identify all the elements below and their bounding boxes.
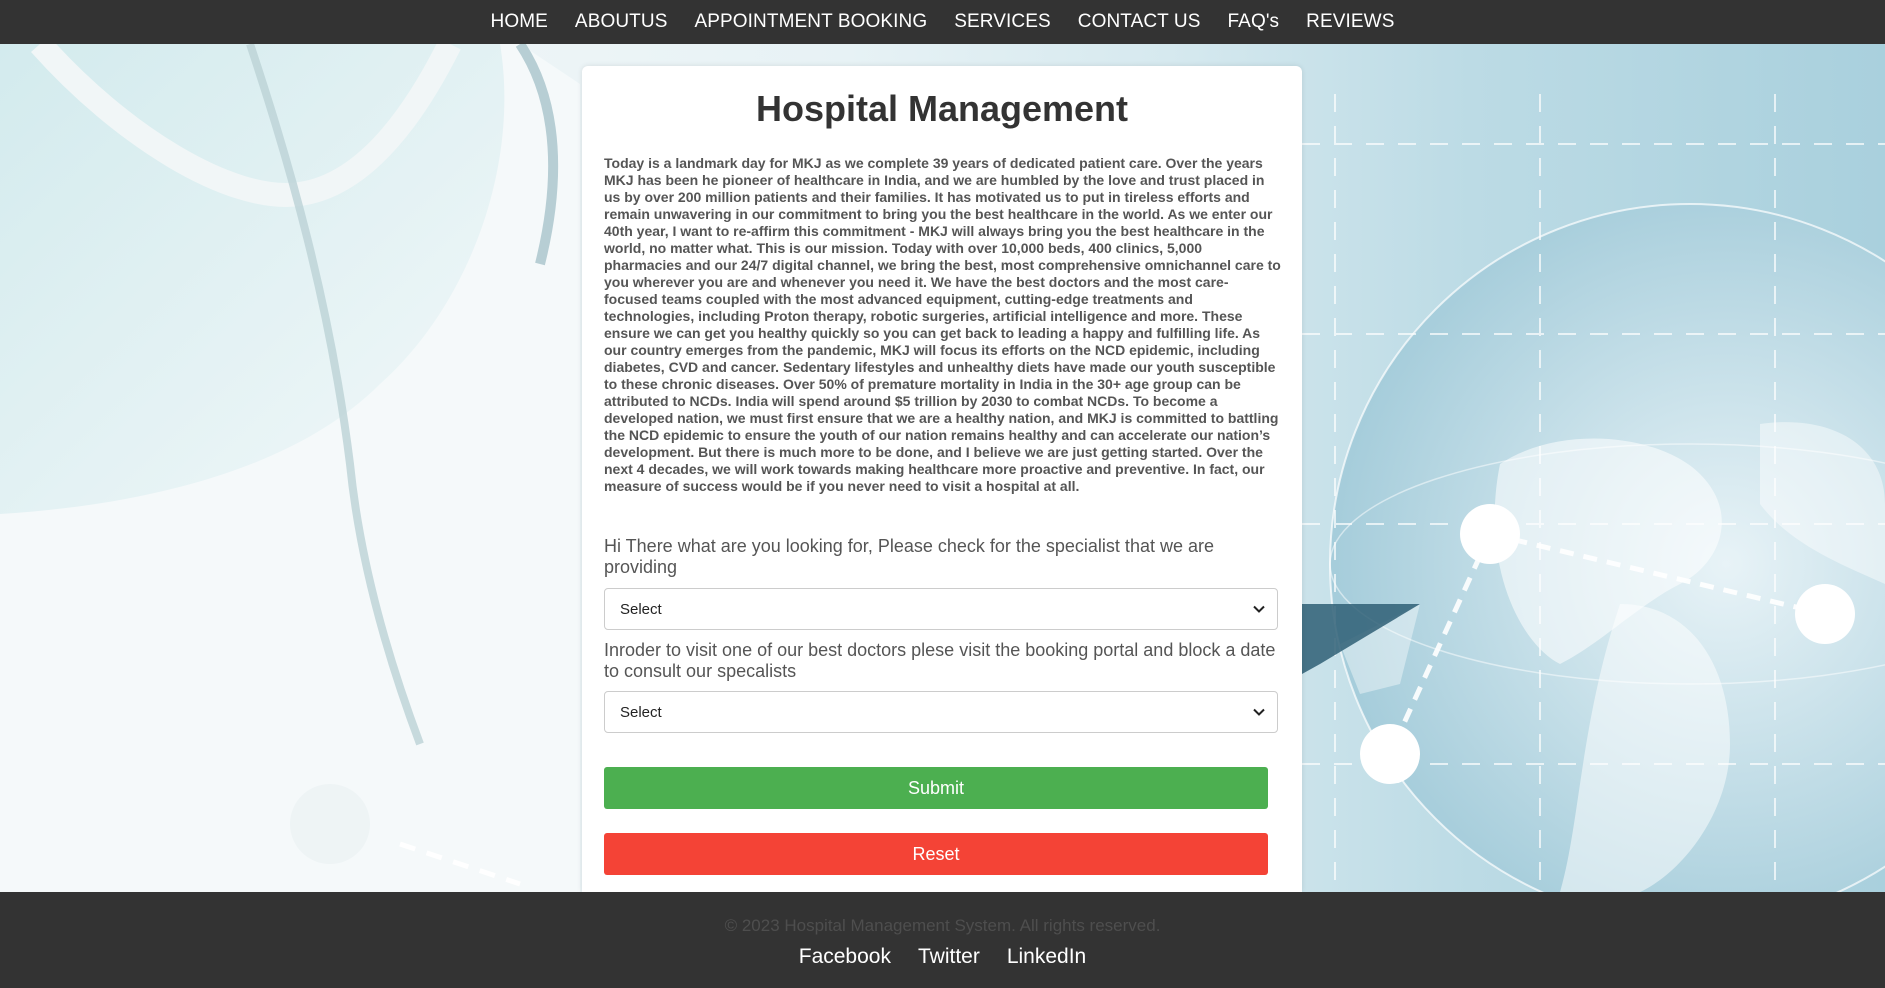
chevron-down-icon xyxy=(1253,605,1265,613)
top-navigation: HOME ABOUTUS APPOINTMENT BOOKING SERVICE… xyxy=(0,0,1885,44)
reset-button[interactable]: Reset xyxy=(604,833,1268,875)
submit-button[interactable]: Submit xyxy=(604,767,1268,809)
footer-copyright: © 2023 Hospital Management System. All r… xyxy=(724,916,1161,935)
specialist-question-label: Hi There what are you looking for, Pleas… xyxy=(604,536,1214,577)
intro-paragraph: Today is a landmark day for MKJ as we co… xyxy=(604,155,1281,494)
nav-reviews-link[interactable]: REVIEWS xyxy=(1306,11,1394,33)
footer-social-links: Facebook Twitter LinkedIn xyxy=(0,945,1885,969)
specialist-select[interactable]: Select xyxy=(604,588,1278,630)
content-card: Hospital Management Today is a landmark … xyxy=(582,66,1302,892)
nav-appointment-booking-link[interactable]: APPOINTMENT BOOKING xyxy=(694,11,927,33)
nav-home-link[interactable]: HOME xyxy=(491,11,548,33)
twitter-link[interactable]: Twitter xyxy=(918,945,980,969)
linkedin-link[interactable]: LinkedIn xyxy=(1007,945,1086,969)
nav-services-link[interactable]: SERVICES xyxy=(954,11,1051,33)
facebook-link[interactable]: Facebook xyxy=(799,945,891,969)
booking-select-value: Select xyxy=(620,704,662,721)
chevron-down-icon xyxy=(1253,708,1265,716)
nav-faqs-link[interactable]: FAQ's xyxy=(1228,11,1280,33)
booking-select[interactable]: Select xyxy=(604,691,1278,733)
footer: © 2023 Hospital Management System. All r… xyxy=(0,892,1885,988)
booking-question-label: Inroder to visit one of our best doctors… xyxy=(604,640,1276,681)
nav-contact-us-link[interactable]: CONTACT US xyxy=(1078,11,1201,33)
specialist-select-value: Select xyxy=(620,601,662,618)
page-title: Hospital Management xyxy=(755,88,1129,129)
nav-aboutus-link[interactable]: ABOUTUS xyxy=(575,11,668,33)
